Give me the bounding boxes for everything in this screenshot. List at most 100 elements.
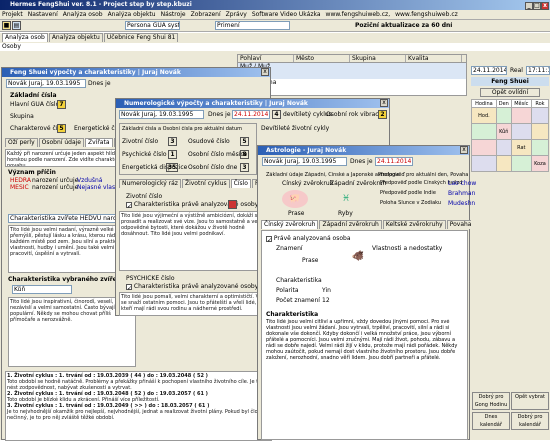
- open-icon[interactable]: ▤: [12, 21, 21, 30]
- toolbar: ■ ▤ Persona GUA system Primení Poziční a…: [0, 20, 550, 32]
- astro-cinske-label: Čínský zvěrokruh: [282, 180, 334, 187]
- list-row[interactable]: Zena / Zena: [238, 79, 466, 87]
- num-date-field[interactable]: 24.11.2014: [232, 110, 270, 119]
- hlavni-label: Hlavní GUA číslo: [10, 101, 60, 108]
- minimize-button[interactable]: _: [525, 2, 533, 10]
- astro-znameni-value: Prase: [302, 257, 319, 264]
- num-text1: Tito lidé jsou výjimeční a výstižně ambi…: [119, 211, 271, 271]
- grid-cell: [471, 123, 497, 140]
- num-psych-box: 1: [168, 150, 177, 159]
- num-zivotni-label: Životní číslo: [122, 138, 159, 145]
- main-tab[interactable]: Analýza objektu: [48, 33, 103, 42]
- astro-person-field[interactable]: Novák Juraj, 19.03.1995: [262, 157, 347, 166]
- menu-item[interactable]: Zobrazení: [191, 11, 221, 18]
- menu-item[interactable]: Analýza objektu: [108, 11, 156, 18]
- fengshui-person-field[interactable]: Novák Juraj, 19.03.1995: [6, 79, 86, 88]
- mesic-label: MĚSÍC: [10, 184, 29, 191]
- window-tab[interactable]: Osobní údaje: [38, 138, 84, 147]
- astro-chk-label: Právě analyzovaná osoba: [273, 235, 351, 242]
- astro-pred3-value: Mudeshn: [448, 200, 476, 207]
- astro-zapadni-label: Západní zvěrokruh: [330, 180, 387, 187]
- dnes-kalendar-button[interactable]: Dnes kalendář: [472, 412, 510, 430]
- date-field[interactable]: 24.11.2014: [471, 66, 507, 75]
- fengshui-close-button[interactable]: x: [261, 68, 269, 76]
- hedra-value: Vzdušná: [77, 177, 103, 184]
- reselect-button[interactable]: Opět vybrat: [511, 392, 549, 410]
- list-row[interactable]: Muž / Muž: [238, 71, 466, 79]
- num-char2-label: Charakteristika právě analyzované osoby: [133, 283, 259, 290]
- person-select[interactable]: Persona GUA system: [125, 21, 180, 30]
- close-button[interactable]: x: [541, 2, 549, 10]
- field-select[interactable]: Primení: [215, 21, 290, 30]
- save-icon[interactable]: ■: [2, 21, 11, 30]
- grid-header: Den: [495, 99, 512, 108]
- grid-cell: [495, 155, 512, 172]
- gua-number-box: 7: [57, 100, 66, 109]
- window-tab[interactable]: Životní cyklus: [181, 179, 230, 188]
- menu-item[interactable]: www.fengshuiweb.cz: [395, 11, 458, 18]
- astro-char-text: Tito lidé jsou velmi citliví a upřímní, …: [266, 319, 458, 361]
- num-char2-checkbox[interactable]: ✓ Charakteristika právě analyzované osob…: [126, 283, 258, 290]
- num-zivotni-box: 3: [168, 137, 177, 146]
- refresh-button[interactable]: Opět ovlídní: [480, 88, 540, 97]
- astrology-close-button[interactable]: x: [460, 146, 468, 154]
- main-tab[interactable]: Analýza osob: [2, 33, 48, 42]
- menu-item[interactable]: Software Video Ukázka: [252, 11, 321, 18]
- cykly-text: 1. Životní cyklus : 1. trvání od : 19.03…: [5, 371, 272, 441]
- main-tab[interactable]: Učebnice Feng Shui 81: [103, 33, 179, 42]
- window-tab[interactable]: Západní zvěrokruh: [319, 220, 382, 229]
- window-tab[interactable]: Keltské zvěrokruhy: [382, 220, 446, 229]
- dnes-label: Dnes je: [88, 80, 111, 87]
- numerology-title: Numerologické výpočty a charakteristiky …: [116, 99, 389, 108]
- list-header[interactable]: Pohlaví: [238, 55, 294, 62]
- maximize-button[interactable]: □: [533, 2, 541, 10]
- grid-cell: [471, 139, 497, 156]
- astro-content: ✓ Právě analyzovaná osoba Znamení Vlastn…: [261, 230, 468, 440]
- window-tab[interactable]: Numerologický ráz: [119, 179, 181, 188]
- list-row[interactable]: Muž / Muž: [238, 63, 466, 71]
- num-mesic-box: 8: [240, 150, 249, 159]
- numerology-person-field[interactable]: Novák Juraj, 19.03.1995: [119, 110, 204, 119]
- menu-item[interactable]: Analýza osob: [63, 11, 103, 18]
- window-tab[interactable]: Čínský zvěrokruh: [261, 220, 319, 229]
- list-header[interactable]: Město: [294, 55, 350, 62]
- menu-item[interactable]: Zprávy: [226, 11, 247, 18]
- list-header[interactable]: Kvalita: [406, 55, 462, 62]
- num-zaklad-group: Základní čísla a Osobní čísla pro aktuál…: [119, 123, 257, 175]
- astro-checkbox[interactable]: ✓ Právě analyzovaná osoba: [266, 235, 351, 242]
- astro-charak-label: Charakteristika: [276, 277, 322, 284]
- window-tab[interactable]: Povaha: [446, 220, 471, 229]
- astrology-title: Astrologie - Juraj Novák: [258, 146, 469, 155]
- astro-date-field[interactable]: 24.11.2014: [375, 157, 413, 166]
- num-rok-label: Osobní rok vibrace: [326, 111, 383, 118]
- num-red-box: [228, 200, 237, 209]
- menu-item[interactable]: Projekt: [2, 11, 23, 18]
- num-den-label: Osobní číslo dne: [188, 164, 238, 171]
- kalendar-button[interactable]: Dobrý pro kalendář: [511, 412, 549, 430]
- time-field[interactable]: 17:11:18: [526, 66, 550, 75]
- astro-zvire1: Prase: [288, 210, 305, 217]
- window-tab[interactable]: Zvířata: [85, 138, 113, 147]
- grid-cell: [530, 123, 550, 140]
- num-zaklad-label: Základní čísla a Osobní čísla pro aktuál…: [122, 126, 242, 132]
- num-char-checkbox[interactable]: ✓ Charakteristika právě analyzované osob…: [126, 201, 258, 208]
- fengshui-title: Feng Shuei výpočty a charakteristiky | J…: [2, 68, 270, 77]
- menu-item[interactable]: Nastavení: [28, 11, 58, 18]
- astro-znameni-label: Znamení: [276, 245, 303, 252]
- grid-cell: [495, 107, 512, 124]
- gong-button[interactable]: Dobrý pro Gong Hodinu: [472, 392, 510, 410]
- astro-char-title: Charakteristika: [266, 311, 319, 318]
- window-tab[interactable]: Číslo: [230, 179, 251, 188]
- grid-cell: Kůň: [495, 123, 512, 140]
- astro-pocet-value: 12: [322, 297, 330, 304]
- astro-pocet-label: Počet znamení: [276, 297, 320, 304]
- grid-cell: [510, 155, 532, 172]
- list-header[interactable]: Skupina: [350, 55, 406, 62]
- astro-pred2-label: Předpověď podle Indie: [380, 190, 436, 196]
- menu-item[interactable]: Nástroje: [161, 11, 186, 18]
- astrology-tabs: Čínský zvěrokruh Západní zvěrokruh Keltské…: [261, 220, 471, 230]
- menu-item[interactable]: www.fengshuiweb.cz,: [326, 11, 391, 18]
- numerology-close-button[interactable]: x: [380, 99, 388, 107]
- kun-select[interactable]: Kůň: [12, 285, 72, 294]
- window-tab[interactable]: Oží perly: [5, 138, 38, 147]
